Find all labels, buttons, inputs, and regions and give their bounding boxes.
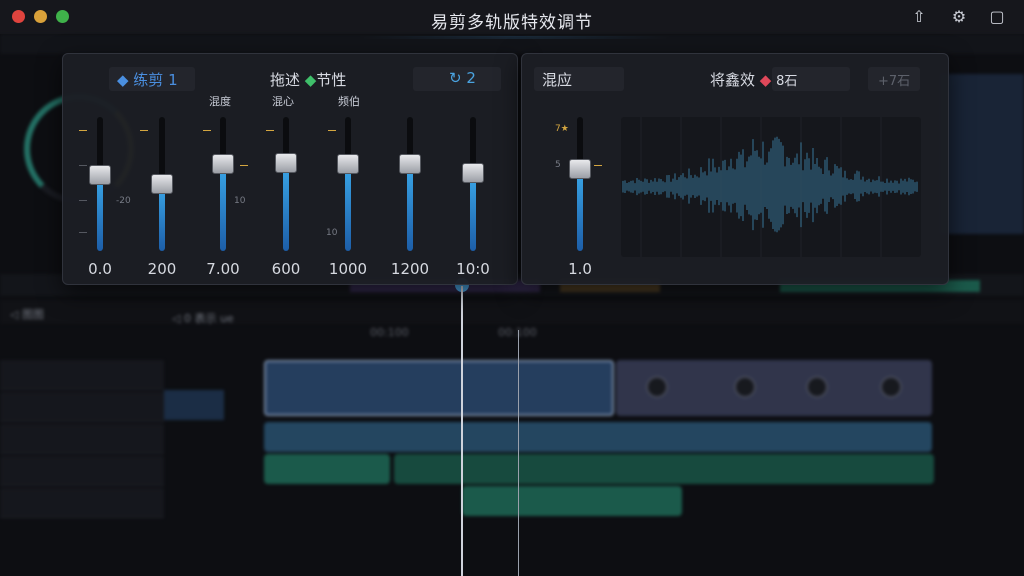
fader-mark: 10: [326, 228, 338, 238]
fader-4[interactable]: [275, 117, 297, 251]
fader-1-value: 0.0: [88, 260, 112, 278]
fader-7-value: 10:0: [456, 260, 490, 278]
mode-label-text: 拖述: [270, 71, 301, 89]
waveform: [622, 117, 918, 257]
fader-fill: [220, 164, 226, 251]
fader-3[interactable]: [212, 117, 234, 251]
clip-label-text: ◆ 练剪: [117, 71, 164, 89]
fader-4-value: 600: [271, 260, 301, 278]
effect-value[interactable]: 8石: [776, 74, 797, 89]
tick: [79, 130, 87, 131]
sublabel-center: 混心: [272, 95, 294, 108]
secondary-marker: [518, 330, 519, 576]
fader-mark: 10: [234, 196, 246, 206]
fader-5[interactable]: [337, 117, 359, 251]
effect-label: 将鑫效 ◆ 8石: [710, 69, 797, 90]
fader-fill: [283, 163, 289, 251]
fader-fill: [97, 175, 103, 251]
extra-value[interactable]: +7石: [878, 70, 910, 89]
channel-number: 2: [466, 69, 476, 87]
share-icon[interactable]: ⇧: [908, 6, 930, 28]
channel-value[interactable]: ↻ 2: [449, 69, 476, 87]
fader-handle[interactable]: [569, 159, 591, 179]
reverb-fader-value: 1.0: [568, 260, 592, 278]
fader-handle[interactable]: [151, 174, 173, 194]
reverb-title: 混应: [542, 71, 573, 89]
fader-1[interactable]: [89, 117, 111, 251]
ruler-mark-1: 00:100: [370, 326, 409, 339]
sublabel-freq: 频伯: [338, 95, 360, 108]
clip-label: ◆ 练剪 1: [117, 69, 178, 90]
fader-6[interactable]: [399, 117, 421, 251]
screen-icon[interactable]: ▢: [986, 6, 1008, 28]
effect-label-text: 将鑫效: [710, 71, 756, 89]
reverb-fader[interactable]: [569, 117, 591, 251]
mode-marker: ◆: [304, 71, 317, 89]
tick: [140, 130, 148, 131]
fader-handle[interactable]: [275, 153, 297, 173]
track-label: ◁ 0 表示 ue: [172, 312, 234, 325]
tick: [266, 130, 274, 131]
fader-3-value: 7.00: [206, 260, 240, 278]
reverb-mark-mid: 5: [555, 160, 561, 170]
fader-fill: [407, 164, 413, 251]
waveform-display: [621, 117, 921, 257]
playhead[interactable]: [461, 286, 463, 576]
fader-fill: [470, 173, 476, 251]
title-bar: 易剪多轨版特效调节 ⇧ ⚙ ▢: [0, 0, 1024, 34]
left-label: ◁ 图图: [10, 308, 44, 321]
window-title: 易剪多轨版特效调节: [431, 13, 593, 33]
tick: [240, 165, 248, 166]
tick: [594, 165, 602, 166]
fader-fill: [577, 169, 583, 251]
mode-label: 拖述 ◆节性: [270, 69, 346, 90]
fader-handle[interactable]: [89, 165, 111, 185]
fader-2-value: 200: [147, 260, 177, 278]
mode-value[interactable]: 节性: [316, 71, 346, 89]
fader-handle[interactable]: [212, 154, 234, 174]
tick: [79, 200, 87, 201]
fader-handle[interactable]: [462, 163, 484, 183]
clip-number: 1: [168, 71, 178, 89]
fader-handle[interactable]: [399, 154, 421, 174]
fader-mark: -20: [116, 196, 131, 206]
tick: [79, 232, 87, 233]
fader-fill: [345, 164, 351, 251]
fader-handle[interactable]: [337, 154, 359, 174]
fader-7[interactable]: [462, 117, 484, 251]
fader-fill: [159, 184, 165, 251]
effect-marker: ◆: [759, 71, 772, 89]
fader-5-value: 1000: [328, 260, 368, 278]
tick: [203, 130, 211, 131]
fader-6-value: 1200: [390, 260, 430, 278]
tick: [328, 130, 336, 131]
fader-2[interactable]: [151, 117, 173, 251]
reverb-mark-top: 7★: [555, 124, 569, 134]
tick: [79, 165, 87, 166]
gear-icon[interactable]: ⚙: [948, 6, 970, 28]
sublabel-mix: 混度: [209, 95, 231, 108]
channel-icon: ↻: [449, 69, 462, 87]
